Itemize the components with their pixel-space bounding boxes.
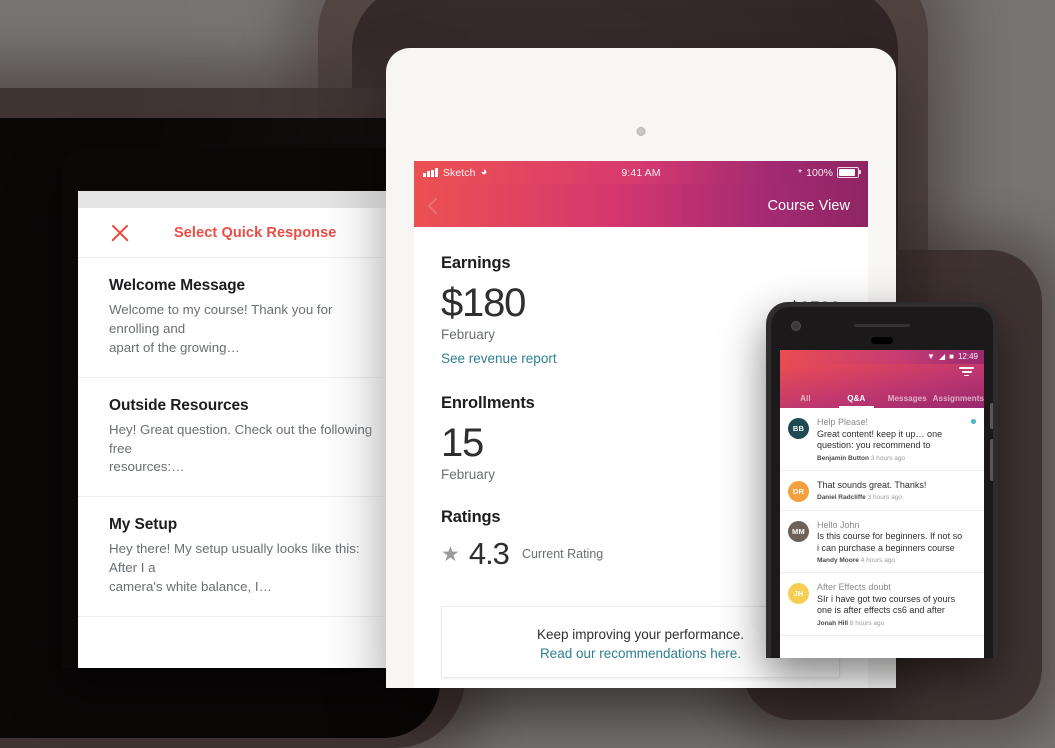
message-meta: Benjamin Button 3 hours ago	[817, 455, 975, 462]
battery-icon: ■	[949, 352, 954, 361]
filter-icon[interactable]	[959, 367, 974, 379]
rating-label: Current Rating	[521, 547, 604, 561]
message-time: 3 hours ago	[870, 454, 906, 462]
battery-percent-label: 100%	[806, 166, 833, 179]
earnings-heading: Earnings	[441, 254, 511, 272]
camera-icon	[636, 127, 646, 136]
signal-icon: ◢	[938, 352, 946, 361]
earnings-amount: $180	[441, 281, 526, 325]
message-text: Great content! keep it up… one question:…	[817, 428, 943, 451]
signal-bars-icon	[423, 168, 438, 177]
avatar: JH	[788, 583, 809, 605]
page-title: Course View	[767, 197, 850, 214]
status-bar-right: * 100%	[798, 166, 861, 179]
quick-response-title: Select Quick Response	[174, 224, 337, 241]
message-subject: Hello John	[817, 519, 860, 530]
dark-tablet-status-strip	[78, 191, 408, 208]
earnings-month: $180 February	[441, 273, 526, 342]
list-item-title: Outside Resources	[109, 396, 249, 414]
rating-value: 4.3	[468, 536, 510, 571]
message-author: Benjamin Button	[817, 454, 869, 462]
message-meta: Mandy Moore 4 hours ago	[817, 557, 975, 564]
message-meta: Daniel Radcliffe 3 hours ago	[817, 494, 975, 501]
tab-all[interactable]: All	[780, 394, 831, 408]
revenue-report-link[interactable]: See revenue report	[441, 351, 557, 366]
quick-response-list: Welcome Message Welcome to my course! Th…	[78, 258, 408, 617]
phone-body: ▼ ◢ ■ 12:49 All Q&A Messages Assignments	[771, 307, 993, 658]
list-item[interactable]: BB Help Please! Great content! keep it u…	[780, 408, 984, 471]
list-item[interactable]: My Setup Hey there! My setup usually loo…	[78, 497, 408, 617]
star-icon: ★	[441, 542, 460, 566]
mockup-scene: Select Quick Response Welcome Message We…	[0, 0, 1055, 748]
message-subject: Help Please!	[817, 417, 869, 427]
message-text: SIr i have got two courses of yours one …	[817, 593, 956, 616]
sensor-icon	[871, 337, 893, 344]
message-time: 4 hours ago	[860, 557, 896, 565]
message-body: Help Please! Great content! keep it up… …	[817, 417, 975, 462]
volume-down-button[interactable]	[990, 439, 993, 481]
tab-assignments[interactable]: Assignments	[933, 394, 984, 408]
earnings-period: February	[441, 327, 496, 342]
android-app-bar: All Q&A Messages Assignments	[780, 364, 984, 408]
phone-screen: ▼ ◢ ■ 12:49 All Q&A Messages Assignments	[780, 350, 984, 658]
avatar: MM	[788, 520, 809, 542]
unread-dot-icon	[971, 419, 976, 424]
status-bar-time: 12:49	[957, 352, 978, 361]
message-body: That sounds great. Thanks! Daniel Radcli…	[817, 480, 975, 502]
avatar: DR	[788, 480, 809, 502]
list-item-title: Welcome Message	[109, 277, 246, 294]
avatar: BB	[788, 418, 809, 439]
list-item[interactable]: MM Hello John Is this course for beginne…	[780, 511, 984, 574]
message-subject: After Effects doubt	[817, 582, 891, 593]
ios-status-bar: Sketch ◕ 9:41 AM * 100%	[414, 161, 868, 184]
ios-nav-bar: Course View	[414, 184, 868, 227]
wifi-icon: ◕	[480, 166, 488, 178]
message-body: After Effects doubt SIr i have got two c…	[817, 582, 975, 627]
status-bar-left: Sketch ◕	[423, 167, 487, 179]
message-time: 8 hours ago	[849, 619, 885, 627]
volume-up-button[interactable]	[990, 403, 993, 429]
tab-bar: All Q&A Messages Assignments	[780, 368, 984, 408]
list-item[interactable]: Outside Resources Hey! Great question. C…	[78, 378, 408, 498]
list-item[interactable]: DR That sounds great. Thanks! Daniel Rad…	[780, 471, 984, 511]
device-phone: ▼ ◢ ■ 12:49 All Q&A Messages Assignments	[766, 302, 998, 658]
tab-messages[interactable]: Messages	[882, 394, 933, 408]
android-status-bar: ▼ ◢ ■ 12:49	[780, 350, 984, 364]
bluetooth-icon: *	[798, 166, 803, 179]
list-item-preview: Hey there! My setup usually looks like t…	[109, 541, 360, 594]
close-icon[interactable]	[109, 222, 131, 244]
message-time: 3 hours ago	[867, 494, 902, 502]
chevron-left-icon[interactable]	[428, 198, 438, 214]
message-body: Hello John Is this course for beginners.…	[817, 520, 975, 565]
carrier-label: Sketch	[442, 166, 476, 179]
list-item[interactable]: JH After Effects doubt SIr i have got tw…	[780, 573, 984, 636]
wifi-icon: ▼	[927, 352, 935, 361]
message-meta: Jonah Hill 8 hours ago	[817, 620, 975, 627]
quick-response-app-bar: Select Quick Response	[78, 208, 408, 258]
message-author: Daniel Radcliffe	[817, 494, 866, 502]
tab-qa[interactable]: Q&A	[831, 394, 882, 408]
message-author: Jonah Hill	[817, 619, 849, 627]
list-item-title: My Setup	[109, 516, 178, 534]
device-dark-tablet: Select Quick Response Welcome Message We…	[62, 148, 408, 668]
message-text: That sounds great. Thanks!	[817, 479, 927, 490]
speaker-grille	[854, 324, 910, 328]
message-list: BB Help Please! Great content! keep it u…	[780, 408, 984, 636]
message-author: Mandy Moore	[817, 557, 859, 565]
battery-icon	[837, 166, 861, 179]
message-text: Is this course for beginners. If not so …	[817, 531, 963, 553]
camera-icon	[791, 321, 801, 331]
list-item-preview: Hey! Great question. Check out the follo…	[109, 421, 373, 475]
dark-tablet-screen: Select Quick Response Welcome Message We…	[78, 191, 408, 668]
list-item-preview: Welcome to my course! Thank you for enro…	[109, 302, 333, 355]
list-item[interactable]: Welcome Message Welcome to my course! Th…	[78, 258, 408, 378]
